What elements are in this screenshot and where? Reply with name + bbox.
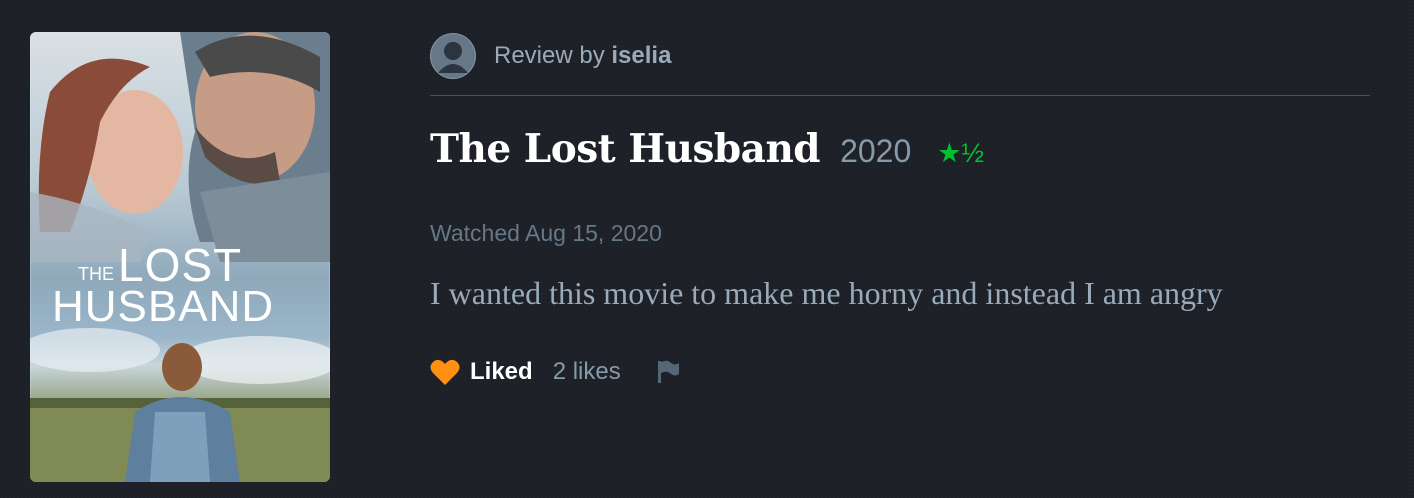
poster-title-husband: HUSBAND <box>52 282 275 331</box>
flag-icon[interactable] <box>655 359 681 385</box>
byline-text: Review by iselia <box>494 42 671 70</box>
film-headline: The Lost Husband 2020 ★½ <box>430 126 1370 172</box>
heart-icon[interactable] <box>430 358 460 386</box>
film-year[interactable]: 2020 <box>840 133 911 170</box>
star-rating: ★½ <box>937 138 984 168</box>
byline-prefix: Review by <box>494 42 612 69</box>
review-panel: Review by iselia The Lost Husband 2020 ★… <box>430 30 1370 386</box>
likes-count[interactable]: 2 likes <box>553 358 621 386</box>
review-byline: Review by iselia <box>430 30 1370 96</box>
review-actions: Liked 2 likes <box>430 358 1370 386</box>
film-title[interactable]: The Lost Husband <box>430 126 821 172</box>
avatar-icon[interactable] <box>430 33 476 79</box>
review-body: I wanted this movie to make me horny and… <box>430 275 1223 311</box>
reviewer-username[interactable]: iselia <box>611 42 671 69</box>
liked-label: Liked <box>470 358 533 385</box>
watched-date[interactable]: Watched Aug 15, 2020 <box>430 220 1370 247</box>
film-poster[interactable]: THE LOST HUSBAND <box>30 32 330 482</box>
